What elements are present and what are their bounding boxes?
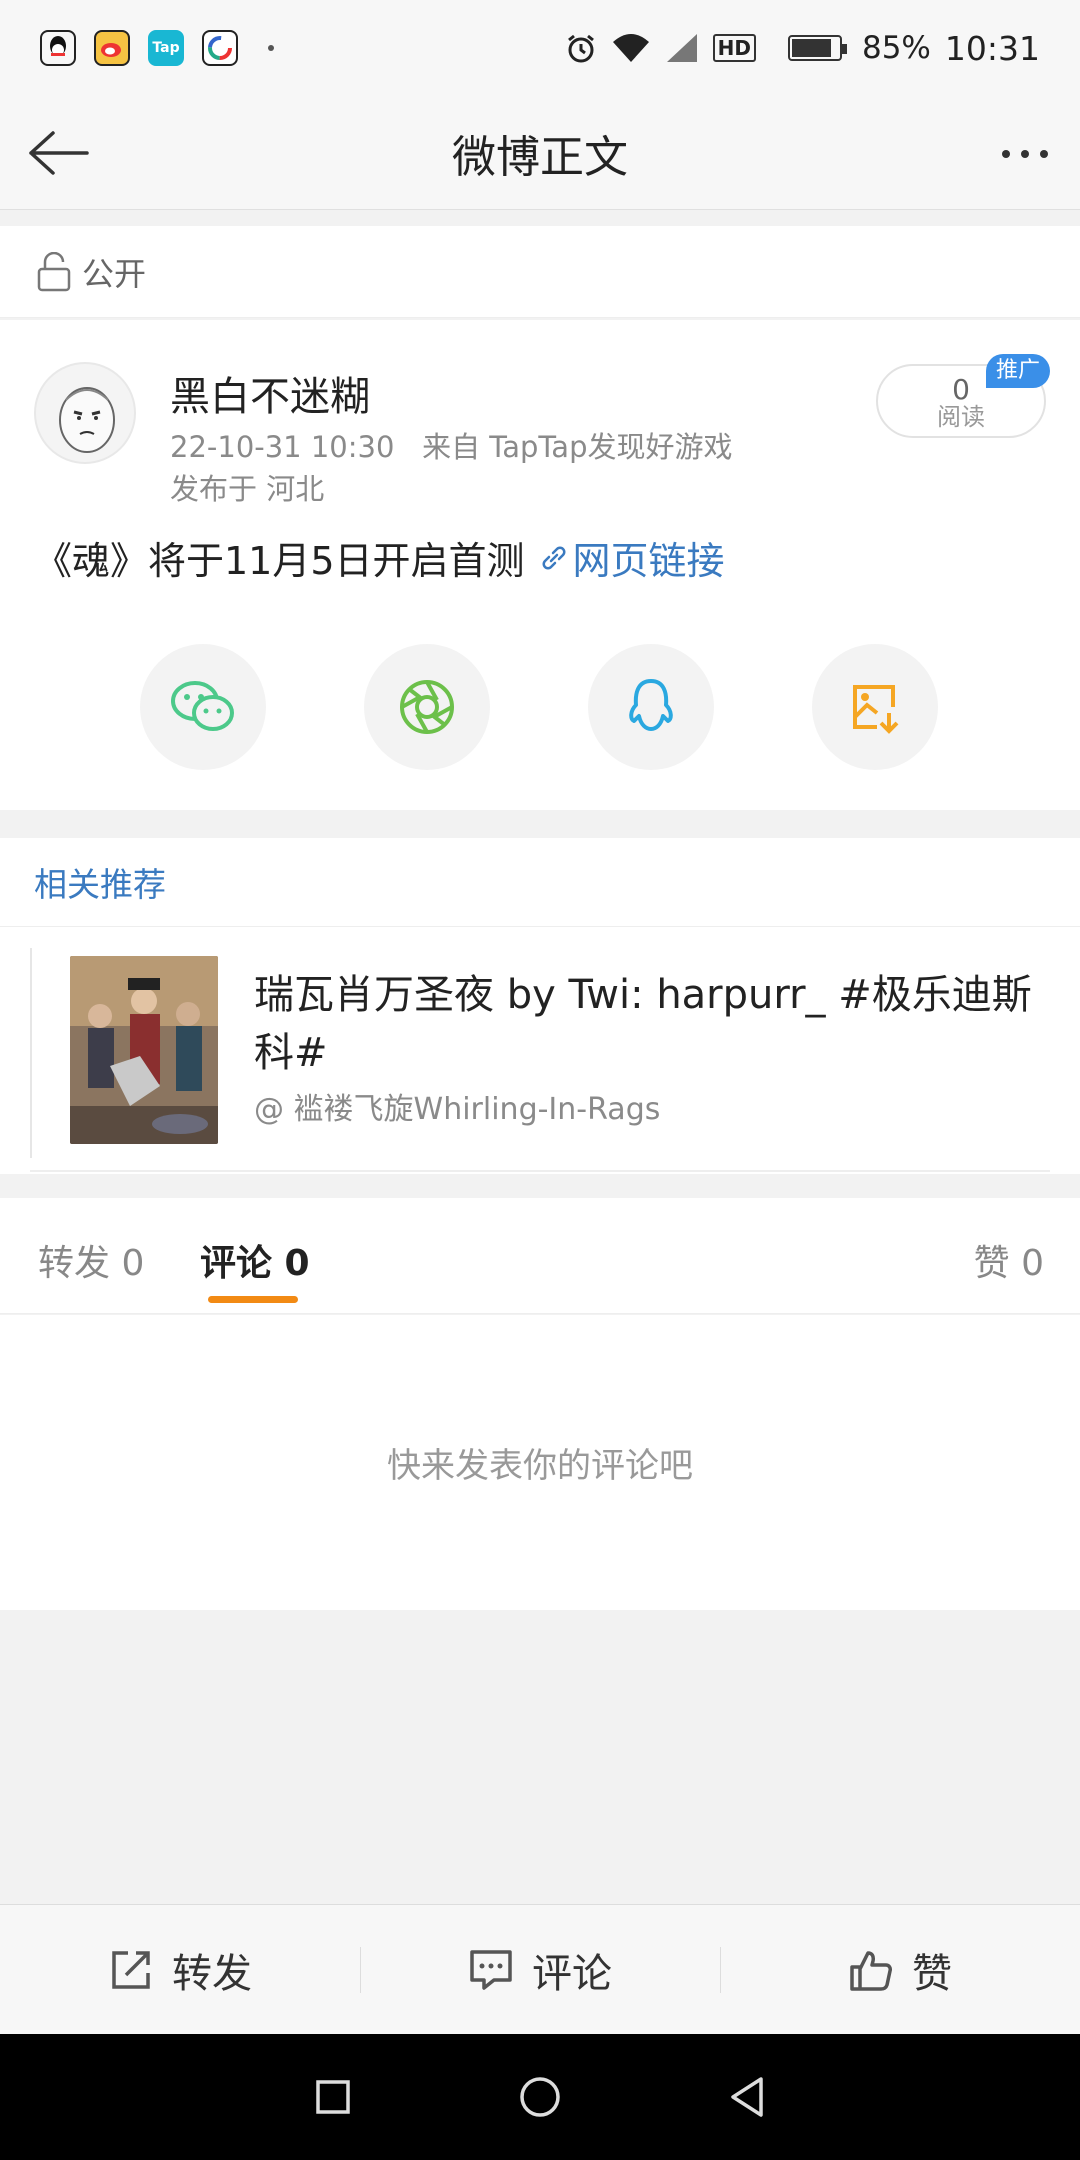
- comments-empty-state: 快来发表你的评论吧: [0, 1315, 1080, 1610]
- clock: 10:31: [944, 28, 1040, 68]
- related-section: 相关推荐 瑞瓦肖万圣夜 by Twi: harpurr_ #极乐迪斯科# @ 褴…: [0, 838, 1080, 1174]
- web-link-label: 网页链接: [572, 539, 725, 583]
- status-bar: Tap HD 85% 10:31: [0, 0, 1080, 96]
- post-card: 黑白不迷糊 22-10-31 10:30 来自 TapTap发现好游戏 发布于 …: [0, 320, 1080, 810]
- circle-icon: [520, 2077, 560, 2117]
- related-title: 相关推荐: [34, 865, 166, 904]
- comment-label: 评论: [532, 1950, 612, 1997]
- save-image-icon: [853, 685, 899, 734]
- app-notification-icon: [202, 30, 238, 66]
- battery-percent: 85%: [861, 30, 931, 66]
- system-back-button[interactable]: [707, 2057, 787, 2137]
- repost-button[interactable]: 转发: [0, 1905, 360, 2034]
- unlock-icon: [37, 251, 71, 291]
- page-title: 微博正文: [452, 131, 628, 183]
- avatar[interactable]: [34, 362, 136, 464]
- visibility-label: 公开: [82, 254, 147, 293]
- web-link[interactable]: 网页链接: [539, 530, 725, 585]
- related-item[interactable]: 瑞瓦肖万圣夜 by Twi: harpurr_ #极乐迪斯科# @ 褴褛飞旋Wh…: [30, 948, 1050, 1158]
- tab-indicator: [208, 1296, 298, 1303]
- link-icon: [542, 546, 566, 569]
- thumbs-up-icon: [850, 1950, 892, 1991]
- status-right: HD 85% 10:31: [565, 29, 1040, 68]
- comment-icon: [470, 1949, 512, 1990]
- more-dot: [1002, 150, 1010, 158]
- moments-icon: [400, 680, 454, 734]
- divider: [0, 926, 1080, 927]
- bottom-action-bar: 转发 评论 赞: [0, 1904, 1080, 2034]
- back-button[interactable]: [22, 120, 92, 186]
- wifi-icon: [612, 34, 649, 62]
- system-nav-bar: [0, 2034, 1080, 2160]
- related-item-title: 瑞瓦肖万圣夜 by Twi: harpurr_ #极乐迪斯科#: [254, 972, 1032, 1076]
- home-button[interactable]: [500, 2057, 580, 2137]
- share-row: [0, 644, 1080, 770]
- triangle-back-icon: [730, 2077, 763, 2117]
- battery-icon: [787, 35, 847, 61]
- hd-icon: HD: [712, 34, 756, 62]
- like-label: 赞: [912, 1950, 952, 1997]
- square-icon: [316, 2080, 351, 2114]
- share-out-icon: [112, 1950, 150, 1989]
- comment-button[interactable]: 评论: [360, 1905, 720, 2034]
- save-image-button[interactable]: [812, 644, 938, 770]
- more-options-button[interactable]: [990, 124, 1060, 184]
- post-body: 《魂》将于11月5日开启首测: [34, 539, 525, 583]
- tab-comment[interactable]: 评论 0: [200, 1234, 310, 1286]
- visibility-row[interactable]: 公开: [0, 226, 1080, 318]
- divider: [30, 1170, 1050, 1172]
- promo-badge: 推广: [985, 354, 1050, 388]
- related-item-source: @ 褴褛飞旋Whirling-In-Rags: [254, 1092, 661, 1127]
- post-meta: 22-10-31 10:30 来自 TapTap发现好游戏: [170, 430, 733, 464]
- author-name[interactable]: 黑白不迷糊: [170, 364, 370, 422]
- battery-level: [791, 39, 832, 57]
- taptap-notification-icon: Tap: [148, 30, 184, 66]
- more-dot: [1040, 150, 1048, 158]
- share-moments-button[interactable]: [364, 644, 490, 770]
- qq-notification-icon: [40, 30, 76, 66]
- share-wechat-button[interactable]: [140, 644, 266, 770]
- post-text: 《魂》将于11月5日开启首测 网页链接: [34, 530, 725, 585]
- weibo-notification-icon: [94, 30, 130, 66]
- related-thumbnail: [70, 956, 218, 1144]
- qq-icon: [629, 679, 673, 731]
- arrow-left-icon: [29, 131, 89, 175]
- recents-button[interactable]: [293, 2057, 373, 2137]
- like-button[interactable]: 赞: [720, 1905, 1080, 2034]
- notification-icons: Tap: [40, 30, 274, 66]
- title-bar: 微博正文: [0, 96, 1080, 210]
- tab-repost[interactable]: 转发 0: [38, 1234, 144, 1286]
- interaction-tabs: 转发 0 评论 0 赞 0: [0, 1198, 1080, 1314]
- signal-icon: [666, 34, 697, 62]
- share-qq-button[interactable]: [588, 644, 714, 770]
- wechat-icon: [171, 681, 234, 731]
- post-location: 发布于 河北: [170, 472, 325, 506]
- alarm-icon: [567, 34, 594, 63]
- empty-comments-text: 快来发表你的评论吧: [387, 1446, 693, 1486]
- repost-label: 转发: [172, 1950, 252, 1997]
- read-label: 阅读: [937, 403, 985, 431]
- more-notifications-dot: [268, 45, 274, 51]
- more-dot: [1021, 150, 1029, 158]
- tab-like[interactable]: 赞 0: [974, 1234, 1044, 1286]
